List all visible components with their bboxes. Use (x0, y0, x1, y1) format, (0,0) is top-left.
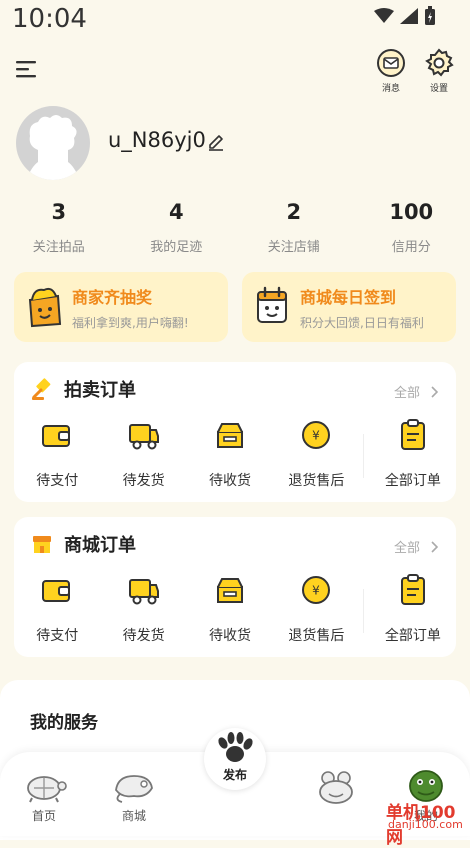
order-label: 全部订单 (370, 470, 456, 490)
promo-title: 商家齐抽奖 (72, 284, 152, 308)
watermark-url: danji100.com (388, 818, 463, 831)
signal-icon (400, 8, 418, 24)
edit-icon[interactable] (206, 131, 226, 151)
wallet-icon (40, 573, 74, 607)
stat-label: 信用分 (353, 236, 470, 255)
nav-label: 首页 (14, 807, 74, 824)
box-icon (213, 418, 247, 452)
messages-button[interactable]: 消息 (374, 48, 408, 94)
stat-label: 关注店铺 (235, 236, 353, 255)
wallet-icon (40, 418, 74, 452)
refund-coin-icon: ¥ (299, 418, 333, 452)
stats-row: 3 关注拍品 4 我的足迹 2 关注店铺 100 信用分 (0, 198, 470, 255)
order-all[interactable]: 全部订单 (370, 418, 456, 490)
truck-icon (127, 418, 161, 452)
nav-label: 商城 (104, 807, 164, 824)
section-header: 拍卖订单 (30, 376, 136, 402)
stat-value: 100 (353, 198, 470, 226)
order-pending-receipt[interactable]: 待收货 (187, 573, 273, 645)
section-header: 商城订单 (30, 531, 136, 557)
view-all-link[interactable]: 全部 (394, 382, 438, 401)
order-label: 退货售后 (273, 470, 359, 490)
promo-checkin-card[interactable]: 商城每日签到 积分大回馈,日日有福利 (242, 272, 456, 342)
order-status-row: 待支付 待发货 待收货 ¥ 退货售后 全部订单 (14, 418, 456, 490)
order-all[interactable]: 全部订单 (370, 573, 456, 645)
order-after-sales[interactable]: ¥ 退货售后 (273, 418, 359, 490)
promo-subtitle: 福利拿到爽,用户嗨翻! (72, 314, 189, 331)
settings-button[interactable]: 设置 (422, 48, 456, 94)
svg-text:¥: ¥ (313, 429, 321, 443)
stat-value: 4 (118, 198, 236, 226)
gavel-icon (30, 377, 54, 401)
promo-lottery-card[interactable]: 商家齐抽奖 福利拿到爽,用户嗨翻! (14, 272, 228, 342)
order-pending-receipt[interactable]: 待收货 (187, 418, 273, 490)
nav-frog[interactable] (306, 768, 366, 807)
stat-label: 我的足迹 (118, 236, 236, 255)
svg-text:¥: ¥ (313, 584, 321, 598)
message-icon (376, 48, 406, 78)
calendar-icon (252, 284, 292, 328)
stat-footprints[interactable]: 4 我的足迹 (118, 198, 236, 255)
order-pending-payment[interactable]: 待支付 (14, 418, 100, 490)
frog-icon (312, 768, 360, 804)
promo-title: 商城每日签到 (300, 284, 396, 308)
status-time: 10:04 (12, 4, 87, 34)
section-title: 商城订单 (64, 531, 136, 557)
publish-label: 发布 (204, 766, 266, 783)
lottery-bag-icon (24, 284, 64, 328)
wifi-icon (374, 8, 394, 24)
order-pending-payment[interactable]: 待支付 (14, 573, 100, 645)
shop-icon (30, 532, 54, 556)
divider (363, 434, 364, 478)
clipboard-icon (396, 418, 430, 452)
view-all-label: 全部 (394, 537, 420, 556)
order-label: 全部订单 (370, 625, 456, 645)
settings-label: 设置 (422, 81, 456, 94)
turtle-icon (20, 768, 68, 804)
truck-icon (127, 573, 161, 607)
box-icon (213, 573, 247, 607)
promo-subtitle: 积分大回馈,日日有福利 (300, 314, 424, 331)
status-icons (374, 6, 436, 26)
chameleon-icon (110, 768, 158, 804)
services-title: 我的服务 (30, 708, 98, 733)
auction-orders-section: 拍卖订单 全部 待支付 待发货 待收货 ¥ 退货售后 全部订单 (14, 362, 456, 502)
gecko-paw-icon (204, 728, 266, 768)
order-label: 待发货 (100, 625, 186, 645)
order-pending-shipment[interactable]: 待发货 (100, 418, 186, 490)
stat-label: 关注拍品 (0, 236, 118, 255)
order-pending-shipment[interactable]: 待发货 (100, 573, 186, 645)
view-all-link[interactable]: 全部 (394, 537, 438, 556)
view-all-label: 全部 (394, 382, 420, 401)
stat-value: 2 (235, 198, 353, 226)
order-label: 待收货 (187, 625, 273, 645)
clipboard-icon (396, 573, 430, 607)
chevron-right-icon (430, 386, 438, 398)
order-status-row: 待支付 待发货 待收货 ¥ 退货售后 全部订单 (14, 573, 456, 645)
order-after-sales[interactable]: ¥ 退货售后 (273, 573, 359, 645)
chevron-right-icon (430, 541, 438, 553)
divider (363, 589, 364, 633)
default-avatar-icon (16, 106, 90, 180)
order-label: 退货售后 (273, 625, 359, 645)
stat-credit-score[interactable]: 100 信用分 (353, 198, 470, 255)
mall-orders-section: 商城订单 全部 待支付 待发货 待收货 ¥ 退货售后 全部订单 (14, 517, 456, 657)
messages-label: 消息 (374, 81, 408, 94)
avatar[interactable] (16, 106, 90, 180)
order-label: 待收货 (187, 470, 273, 490)
stat-followed-shops[interactable]: 2 关注店铺 (235, 198, 353, 255)
stat-followed-items[interactable]: 3 关注拍品 (0, 198, 118, 255)
stat-value: 3 (0, 198, 118, 226)
refund-coin-icon: ¥ (299, 573, 333, 607)
username: u_N86yj0 (108, 128, 206, 152)
menu-icon[interactable] (14, 58, 40, 80)
order-label: 待支付 (14, 625, 100, 645)
nav-home[interactable]: 首页 (14, 768, 74, 824)
order-label: 待支付 (14, 470, 100, 490)
gear-icon (424, 48, 454, 78)
order-label: 待发货 (100, 470, 186, 490)
battery-icon (424, 6, 436, 26)
section-title: 拍卖订单 (64, 376, 136, 402)
nav-mall[interactable]: 商城 (104, 768, 164, 824)
